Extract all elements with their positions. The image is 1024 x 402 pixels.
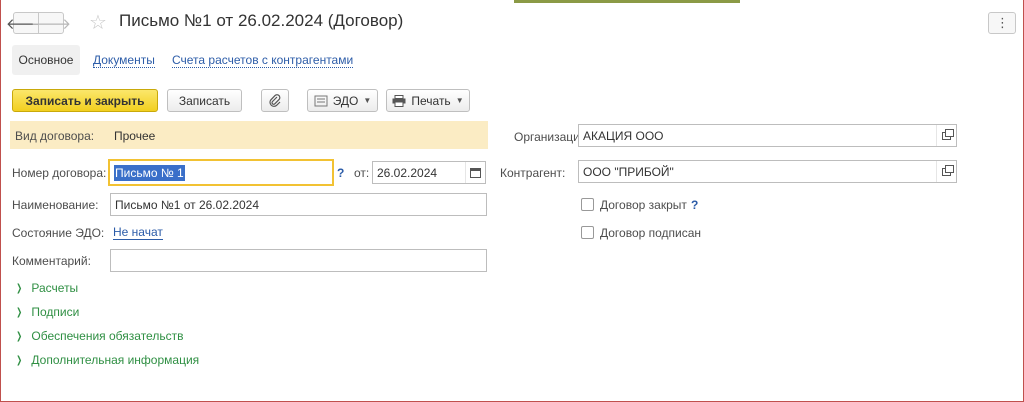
open-icon [942,164,954,176]
comment-input[interactable] [110,249,487,272]
contract-signed-label: Договор подписан [600,226,702,240]
chevron-right-icon: ❯ [16,282,23,294]
group-label: Дополнительная информация [31,353,200,367]
contract-number-value: Письмо № 1 [114,164,185,181]
group-payments[interactable]: ❯ Расчеты [15,281,78,295]
edo-state-label: Состояние ЭДО: [12,226,105,240]
favorite-star-icon[interactable]: ☆ [89,10,107,35]
comment-label: Комментарий: [12,254,91,268]
more-actions-button[interactable]: ⋮ [988,12,1016,34]
open-icon [942,128,954,140]
chevron-down-icon: ▼ [363,96,372,105]
name-input[interactable]: Письмо №1 от 26.02.2024 [110,193,487,216]
counterparty-label: Контрагент: [500,166,566,180]
contract-number-label: Номер договора: [12,166,107,180]
group-obligations[interactable]: ❯ Обеспечения обязательств [15,329,183,343]
more-icon: ⋮ [996,15,1009,30]
contract-type-label: Вид договора: [15,129,95,143]
contract-closed-help-icon[interactable]: ? [691,198,698,212]
group-label: Обеспечения обязательств [31,329,184,343]
counterparty-open-button[interactable] [936,161,956,182]
calendar-button[interactable] [465,162,485,183]
top-accent-line [514,0,740,3]
organization-value: АКАЦИЯ ООО [583,128,664,143]
organization-input[interactable]: АКАЦИЯ ООО [578,124,957,147]
organization-open-button[interactable] [936,125,956,146]
arrow-right-icon: 🡒 [30,15,72,33]
page-title: Письмо №1 от 26.02.2024 (Договор) [119,11,404,30]
contract-type-value[interactable]: Прочее [114,129,155,143]
chevron-down-icon: ▼ [455,96,464,105]
name-label: Наименование: [12,198,99,212]
group-label: Подписи [31,305,80,319]
counterparty-value: ООО "ПРИБОЙ" [583,164,674,179]
save-and-close-button[interactable]: Записать и закрыть [12,89,158,112]
tab-settlement-accounts[interactable]: Счета расчетов с контрагентами [172,54,354,68]
print-label: Печать [411,93,451,108]
edo-state-link[interactable]: Не начат [113,226,163,240]
chevron-right-icon: ❯ [16,306,23,318]
name-value: Письмо №1 от 26.02.2024 [115,197,260,212]
group-additional-info[interactable]: ❯ Дополнительная информация [15,353,199,367]
save-button[interactable]: Записать [167,89,242,112]
attach-button[interactable] [261,89,289,112]
contract-closed-checkbox[interactable] [581,198,594,211]
group-signatures[interactable]: ❯ Подписи [15,305,79,319]
edo-icon [314,95,328,106]
chevron-right-icon: ❯ [16,330,23,342]
edo-label: ЭДО [332,93,359,108]
printer-icon [392,94,406,107]
contract-number-help-icon[interactable]: ? [337,166,344,180]
date-label: от: [354,166,370,180]
edo-menu-button[interactable]: ЭДО ▼ [307,89,378,112]
chevron-right-icon: ❯ [16,354,23,366]
tab-documents[interactable]: Документы [93,54,155,68]
group-label: Расчеты [31,281,79,295]
contract-date-input[interactable]: 26.02.2024 [372,161,486,184]
contract-number-input[interactable]: Письмо № 1 [108,159,334,186]
paperclip-icon [269,93,281,107]
contract-signed-checkbox[interactable] [581,226,594,239]
calendar-icon [470,167,481,178]
contract-date-value: 26.02.2024 [377,165,438,180]
tab-main[interactable]: Основное [12,45,80,75]
print-menu-button[interactable]: Печать ▼ [386,89,470,112]
counterparty-input[interactable]: ООО "ПРИБОЙ" [578,160,957,183]
contract-closed-label: Договор закрыт [600,198,687,212]
forward-button[interactable]: 🡒 [31,12,71,34]
